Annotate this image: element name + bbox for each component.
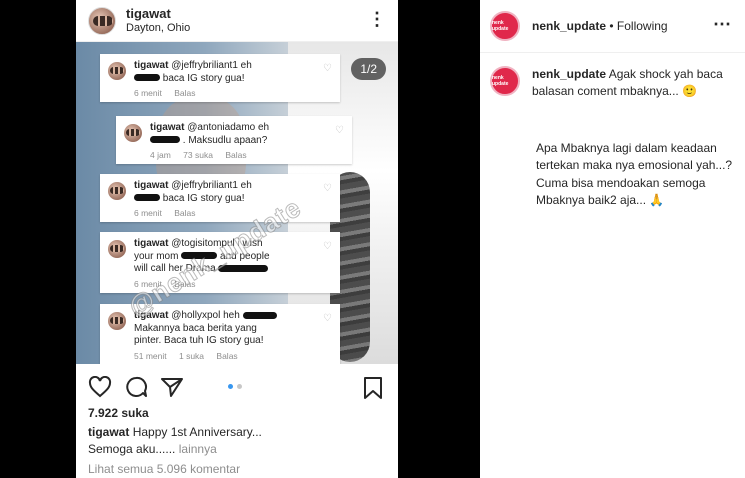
caption-comment: nenk update nenk_update Agak shock yah b… (490, 66, 735, 100)
comment-meta: 6 menit Balas (134, 88, 332, 98)
redaction (242, 311, 277, 319)
post-user-info: tigawat Dayton, Ohio (126, 6, 190, 35)
more-options-icon[interactable]: ⋮ (368, 10, 386, 28)
instagram-post: tigawat Dayton, Ohio ⋮ 1/2 tigawat @jeff… (76, 0, 398, 478)
heart-icon: ♡ (323, 63, 332, 74)
comment-line: @jeffrybriliant1 eh (171, 60, 252, 71)
caption-user[interactable]: tigawat (88, 425, 129, 439)
comment-reply: Balas (216, 350, 238, 361)
pray-emoji-icon: 🙏 (649, 193, 665, 208)
comment-avatar (108, 182, 126, 200)
comment-text: tigawat @jeffrybriliant1 eh baca IG stor… (134, 60, 317, 85)
comment-line: @hollyxpol heh (171, 310, 240, 321)
comment-avatar (108, 62, 126, 80)
comment-reply: Balas (225, 150, 247, 160)
heart-icon: ♡ (323, 241, 332, 252)
screenshot-comment: tigawat @antoniadamo eh . Maksudlu apaan… (116, 116, 352, 164)
comment-avatar (108, 312, 126, 330)
caption-line2: Semoga aku...... (88, 442, 176, 457)
screenshot-comment: tigawat @jeffrybriliant1 eh baca IG stor… (100, 54, 340, 102)
comment-text: tigawat @hollyxpol heh Makannya baca ber… (134, 310, 317, 348)
post-username[interactable]: tigawat (126, 6, 190, 22)
comment-reply: Balas (174, 88, 196, 98)
post-location[interactable]: Dayton, Ohio (126, 22, 190, 35)
comment-user: tigawat (150, 122, 185, 133)
comment-text: tigawat @antoniadamo eh . Maksudlu apaan… (150, 122, 329, 147)
comment-line: baca IG story gua! (162, 72, 245, 84)
comment-meta: 4 jam 73 suka Balas (150, 150, 344, 160)
heart-icon: ♡ (323, 313, 332, 324)
caption-line1: Happy 1st Anniversary... (132, 425, 262, 439)
post-caption: tigawat Happy 1st Anniversary... Semoga … (88, 424, 388, 459)
heart-icon: ♡ (335, 125, 344, 136)
comment-line: . Maksudlu apaan? (182, 134, 268, 146)
smile-emoji-icon: 🙂 (682, 83, 698, 98)
redaction (134, 194, 160, 202)
comment-avatar (124, 124, 142, 142)
caption-comment-body: nenk_update Agak shock yah baca balasan … (532, 66, 735, 100)
comment-time: 4 jam (150, 150, 171, 160)
comment-likes: 73 suka (183, 150, 213, 160)
panel-username[interactable]: nenk_update (532, 19, 606, 33)
post-image[interactable]: 1/2 tigawat @jeffrybriliant1 eh baca IG … (76, 42, 398, 364)
comment-time: 51 menit (134, 350, 167, 361)
comment-time: 6 menit (134, 88, 162, 98)
view-all-comments-link[interactable]: Lihat semua 5.096 komentar (88, 462, 240, 476)
heart-icon: ♡ (323, 183, 332, 194)
carousel-counter: 1/2 (351, 58, 386, 80)
carousel-indicator (228, 384, 242, 389)
heart-icon[interactable] (88, 375, 112, 403)
comment-avatar (108, 240, 126, 258)
redaction (134, 74, 160, 82)
comment-user: tigawat (134, 180, 169, 191)
screen: tigawat Dayton, Ohio ⋮ 1/2 tigawat @jeff… (0, 0, 745, 478)
comment-user: tigawat (134, 60, 169, 71)
comment-time: 6 menit (134, 208, 162, 218)
comment-line: pinter. Baca tuh IG story gua! (134, 335, 264, 346)
comment-line: your mom (134, 250, 179, 262)
caption-more-link[interactable]: lainnya (179, 442, 217, 456)
bookmark-icon[interactable] (362, 376, 384, 405)
more-options-icon[interactable]: ⋯ (713, 15, 731, 33)
post-actions (76, 368, 398, 402)
likes-count[interactable]: 7.922 suka (88, 406, 149, 420)
panel-header: nenk update nenk_update • Following ⋯ (480, 0, 745, 53)
caption-paragraph-text: Apa Mbaknya lagi dalam keadaan tertekan … (536, 141, 733, 208)
panel-user-info: nenk_update • Following (532, 19, 668, 33)
caption-paragraph: Apa Mbaknya lagi dalam keadaan tertekan … (536, 140, 736, 210)
comment-line: @jeffrybriliant1 eh (171, 180, 252, 191)
brand-avatar[interactable]: nenk update (490, 66, 520, 96)
post-avatar[interactable] (88, 6, 116, 35)
comment-line: @antoniadamo eh (187, 122, 270, 133)
following-status[interactable]: • Following (609, 19, 667, 33)
brand-avatar[interactable]: nenk update (490, 11, 520, 41)
redaction (150, 136, 180, 144)
comment-user: tigawat (134, 238, 169, 249)
comment-line: Makannya baca berita yang (134, 322, 257, 334)
comments-panel: nenk update nenk_update • Following ⋯ ne… (480, 0, 745, 478)
comment-icon[interactable] (124, 376, 148, 403)
comment-likes: 1 suka (178, 350, 205, 361)
comment-line: baca IG story gua! (162, 192, 245, 204)
comment-username[interactable]: nenk_update (532, 67, 606, 81)
comment-reply: Balas (174, 208, 196, 218)
share-icon[interactable] (160, 376, 184, 403)
post-header: tigawat Dayton, Ohio ⋮ (76, 0, 398, 42)
comment-meta: 51 menit 1 suka Balas (134, 351, 332, 361)
